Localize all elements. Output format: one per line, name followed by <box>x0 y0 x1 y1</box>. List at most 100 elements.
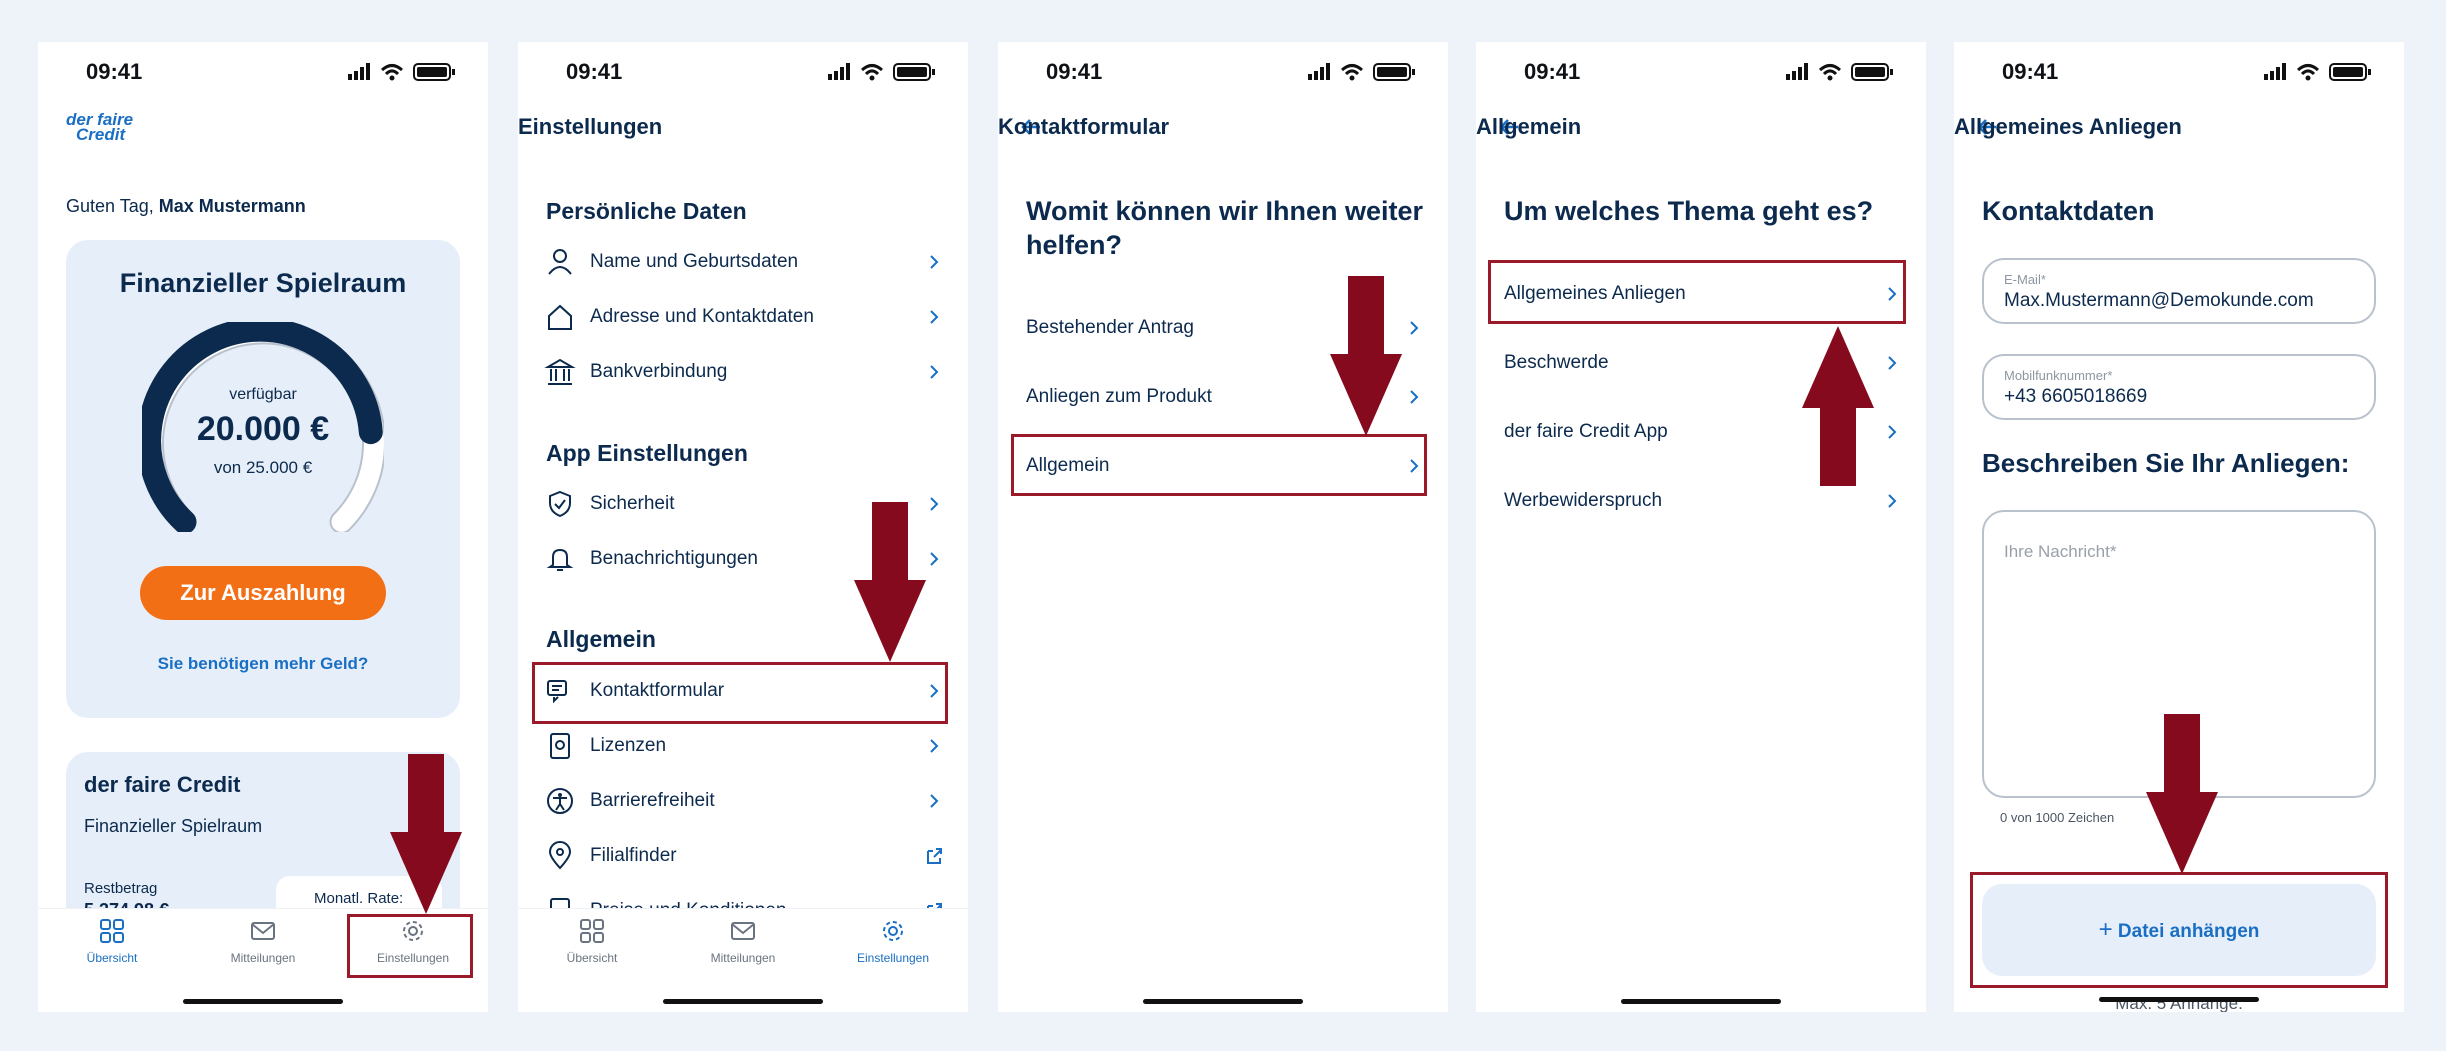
status-icons <box>2264 63 2371 81</box>
greeting: Guten Tag, Max Mustermann <box>66 196 306 217</box>
status-bar: 09:41 <box>1476 42 1926 100</box>
greeting-name: Max Mustermann <box>158 196 306 216</box>
phone-value: +43 6605018669 <box>2004 386 2148 407</box>
arrow-down-icon <box>2146 714 2218 874</box>
status-icons <box>1308 63 1415 81</box>
arrow-down-icon <box>390 754 462 914</box>
phone-label: Mobilfunknummer* <box>2004 368 2113 383</box>
item-label: Sicherheit <box>590 493 675 514</box>
home-indicator <box>663 999 823 1004</box>
section-app: App Einstellungen <box>546 440 748 466</box>
card-title: Finanzieller Spielraum <box>119 268 407 298</box>
home-indicator <box>1621 999 1781 1004</box>
bell-icon <box>546 548 574 571</box>
tab-label: Übersicht <box>86 951 138 965</box>
settings-item-accessibility[interactable]: Barrierefreiheit <box>532 773 954 829</box>
status-icons <box>1786 63 1893 81</box>
message-placeholder: Ihre Nachricht* <box>2004 542 2117 561</box>
status-icons <box>348 63 455 81</box>
gauge-label: verfügbar <box>229 386 297 403</box>
item-label: Benachrichtigungen <box>590 548 758 569</box>
chevron-right-icon <box>930 552 939 566</box>
more-money-link[interactable]: Sie benötigen mehr Geld? <box>66 654 460 674</box>
phone-screen-general-request: 09:41 Allgemeines Anliegen Kontaktdaten … <box>1954 42 2404 1012</box>
payout-button[interactable]: Zur Auszahlung <box>140 566 386 620</box>
page-title: Allgemeines Anliegen <box>1954 114 2182 139</box>
email-value: Max.Mustermann@Demokunde.com <box>2004 290 2314 311</box>
chevron-right-icon <box>930 739 939 753</box>
chevron-right-icon <box>930 255 939 269</box>
tab-label: Mitteilungen <box>230 951 296 965</box>
phone-screen-contact-form: 09:41 Kontaktformular Womit können wir I… <box>998 42 1448 1012</box>
screen-heading: Um welches Thema geht es? <box>1504 196 1874 226</box>
settings-item-licenses[interactable]: Lizenzen <box>532 718 954 774</box>
page-title: Kontaktformular <box>998 114 1170 139</box>
highlight-settings-tab <box>347 914 473 978</box>
mail-icon <box>251 922 275 940</box>
settings-item-branch-finder[interactable]: Filialfinder <box>532 828 954 884</box>
restbetrag-label: Restbetrag <box>84 880 158 897</box>
credit-card-title: der faire Credit <box>84 772 241 797</box>
settings-item-name[interactable]: Name und Geburtsdaten <box>532 234 954 290</box>
status-bar: 09:41 <box>998 42 1448 100</box>
arrow-down-icon <box>854 502 926 662</box>
phone-screen-general: 09:41 Allgemein Um welches Thema geht es… <box>1476 42 1926 1012</box>
certificate-icon <box>550 733 570 759</box>
mail-icon <box>731 922 755 940</box>
tab-overview[interactable]: Übersicht <box>522 917 662 977</box>
status-time: 09:41 <box>1046 59 1103 84</box>
item-label: Lizenzen <box>590 735 667 756</box>
settings-item-bank[interactable]: Bankverbindung <box>532 344 954 400</box>
section-personal: Persönliche Daten <box>546 198 747 224</box>
chevron-right-icon <box>1888 356 1897 370</box>
tab-overview[interactable]: Übersicht <box>42 917 182 977</box>
tab-messages[interactable]: Mitteilungen <box>673 917 813 977</box>
location-pin-icon <box>548 841 572 870</box>
item-label: Filialfinder <box>590 845 677 866</box>
chevron-right-icon <box>1888 494 1897 508</box>
phone-field[interactable]: Mobilfunknummer* +43 6605018669 <box>1982 354 2376 420</box>
status-icons <box>828 63 935 81</box>
accessibility-icon <box>547 788 573 814</box>
greeting-prefix: Guten Tag, <box>66 196 154 216</box>
item-label: Werbewiderspruch <box>1504 490 1663 511</box>
item-label: Adresse und Kontaktdaten <box>590 306 814 327</box>
contact-data-heading: Kontaktdaten <box>1982 196 2155 226</box>
email-label: E-Mail* <box>2004 272 2046 287</box>
tab-settings[interactable]: Einstellungen <box>823 917 963 977</box>
gauge-total: von 25.000 € <box>213 458 313 477</box>
gear-icon <box>883 921 903 941</box>
grid-icon <box>100 919 124 943</box>
external-link-icon <box>927 848 942 864</box>
highlight-contact-form <box>532 662 948 724</box>
home-indicator <box>183 999 343 1004</box>
phone-screen-overview: 09:41 der faire Credit Guten Tag, Max Mu… <box>38 42 488 1012</box>
tab-bar: Übersicht Mitteilungen Einstellungen <box>518 908 968 1012</box>
status-bar: 09:41 <box>38 42 488 100</box>
credit-card-subtitle: Finanzieller Spielraum <box>84 816 263 836</box>
chevron-right-icon <box>1410 321 1419 335</box>
page-title: Allgemein <box>1476 114 1582 139</box>
status-time: 09:41 <box>86 59 143 84</box>
item-label: der faire Credit App <box>1504 421 1668 442</box>
highlight-general-request <box>1488 260 1906 324</box>
email-field[interactable]: E-Mail* Max.Mustermann@Demokunde.com <box>1982 258 2376 324</box>
tab-label: Einstellungen <box>856 951 930 965</box>
page-title: Einstellungen <box>518 114 663 139</box>
spielraum-card: Finanzieller Spielraum verfügbar 20.000 … <box>66 240 460 718</box>
status-bar: 09:41 <box>518 42 968 100</box>
home-indicator <box>2099 997 2259 1002</box>
chevron-right-icon <box>930 365 939 379</box>
home-indicator <box>1143 999 1303 1004</box>
tab-messages[interactable]: Mitteilungen <box>193 917 333 977</box>
settings-item-address[interactable]: Adresse und Kontaktdaten <box>532 289 954 345</box>
status-time: 09:41 <box>566 59 623 84</box>
status-time: 09:41 <box>2002 59 2059 84</box>
item-label: Anliegen zum Produkt <box>1026 386 1212 407</box>
shield-icon <box>549 490 571 518</box>
status-bar: 09:41 <box>1954 42 2404 100</box>
item-label: Bestehender Antrag <box>1026 317 1194 338</box>
chevron-right-icon <box>1888 425 1897 439</box>
phone-screen-settings: 09:41 Einstellungen Persönliche Daten Na… <box>518 42 968 1012</box>
highlight-general <box>1011 434 1427 496</box>
